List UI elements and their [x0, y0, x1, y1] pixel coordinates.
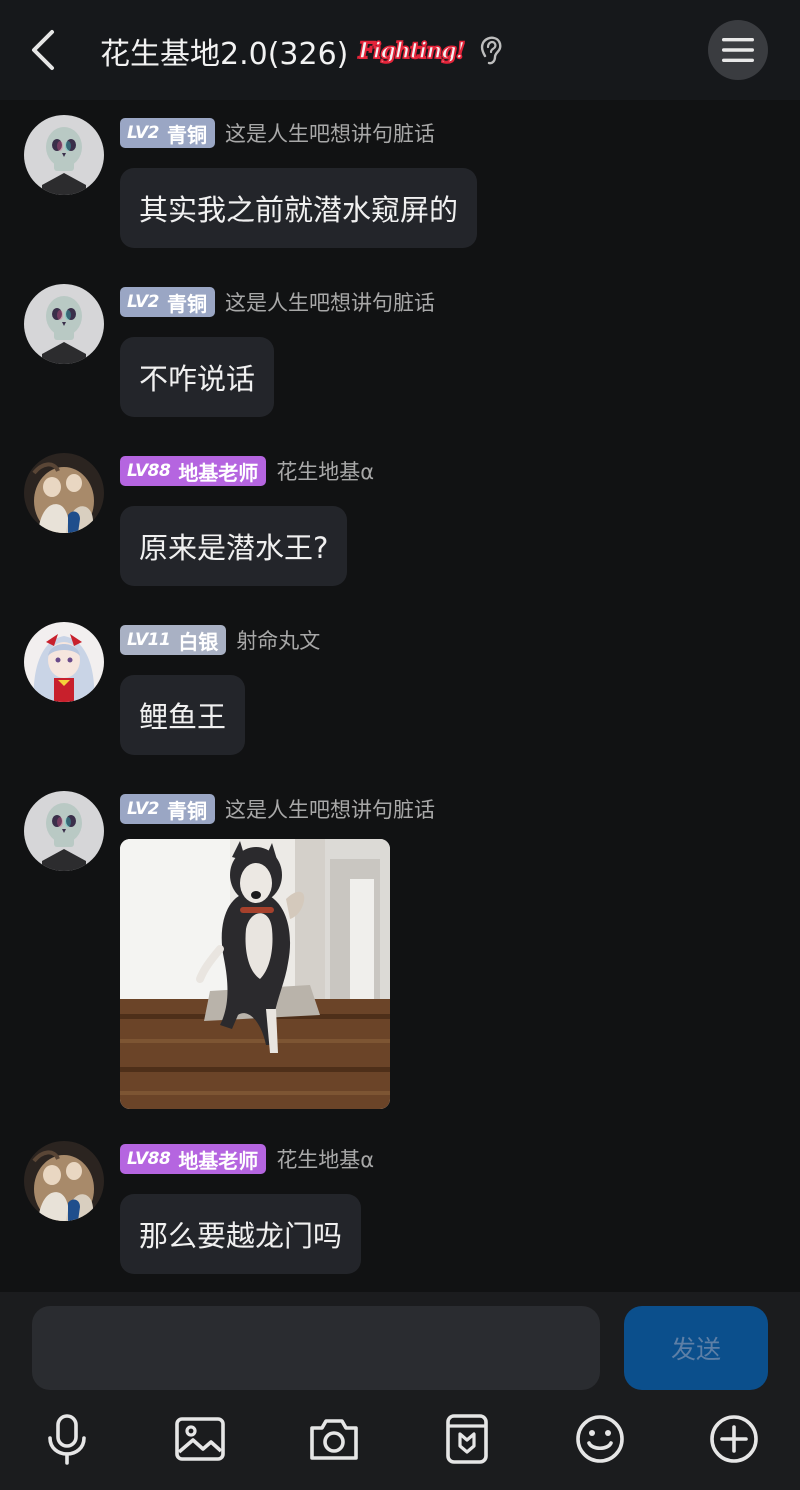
input-bar: 发送	[0, 1292, 800, 1490]
avatar[interactable]	[24, 115, 104, 195]
message-bubble[interactable]: 那么要越龙门吗	[120, 1194, 362, 1274]
message-meta: LV2 青铜 这是人生吧想讲句脏话	[120, 117, 435, 149]
nickname[interactable]: 花生地基α	[276, 456, 374, 486]
camera-icon	[310, 1419, 358, 1460]
badge-title: 白银	[178, 629, 219, 654]
husky-photo	[120, 839, 390, 1109]
level-badge: LV11 白银	[120, 625, 227, 655]
painting-avatar-icon	[24, 1141, 104, 1221]
avatar[interactable]	[24, 622, 104, 702]
camera-button[interactable]	[307, 1412, 361, 1466]
level-badge: LV2 青铜	[120, 287, 215, 317]
chevron-left-icon	[32, 30, 54, 70]
message-bubble[interactable]: 原来是潜水王?	[120, 506, 348, 586]
photo-button[interactable]	[173, 1412, 227, 1466]
fighting-decoration: Fighting!	[358, 37, 466, 65]
badge-level: LV88	[127, 461, 171, 481]
sticker-icon	[446, 1414, 488, 1464]
message-meta: LV2 青铜 这是人生吧想讲句脏话	[120, 286, 435, 318]
level-badge: LV2 青铜	[120, 118, 215, 148]
badge-title: 地基老师	[178, 460, 259, 485]
image-message[interactable]	[120, 839, 390, 1109]
nickname[interactable]: 这是人生吧想讲句脏话	[225, 118, 435, 148]
emoji-icon	[576, 1415, 624, 1463]
title-area[interactable]: 花生基地2.0(326) Fighting!	[100, 26, 504, 76]
skull-avatar-icon	[24, 284, 104, 364]
nickname[interactable]: 这是人生吧想讲句脏话	[225, 794, 435, 824]
skull-avatar-icon	[24, 115, 104, 195]
badge-title: 青铜	[166, 291, 207, 316]
avatar[interactable]	[24, 791, 104, 871]
badge-title: 青铜	[166, 798, 207, 823]
level-badge: LV88 地基老师	[120, 456, 267, 486]
nickname[interactable]: 射命丸文	[236, 625, 320, 655]
more-button[interactable]	[707, 1412, 761, 1466]
badge-level: LV2	[127, 799, 159, 819]
level-badge: LV2 青铜	[120, 794, 215, 824]
group-title: 花生基地2.0(326)	[100, 37, 349, 72]
image-icon	[175, 1417, 225, 1461]
badge-level: LV2	[127, 123, 159, 143]
badge-level: LV11	[127, 630, 171, 650]
message-meta: LV2 青铜 这是人生吧想讲句脏话	[120, 793, 435, 825]
badge-level: LV88	[127, 1149, 171, 1169]
nickname[interactable]: 花生地基α	[276, 1144, 374, 1174]
microphone-icon	[48, 1414, 86, 1465]
anime-girl-avatar-icon	[24, 622, 104, 702]
voice-button[interactable]	[40, 1412, 94, 1466]
emoji-button[interactable]	[573, 1412, 627, 1466]
badge-level: LV2	[127, 292, 159, 312]
avatar[interactable]	[24, 1141, 104, 1221]
message-input[interactable]	[32, 1306, 600, 1390]
menu-icon	[722, 38, 754, 62]
avatar[interactable]	[24, 453, 104, 533]
message-meta: LV88 地基老师 花生地基α	[120, 1143, 374, 1175]
message-bubble[interactable]: 不咋说话	[120, 337, 275, 417]
level-badge: LV88 地基老师	[120, 1144, 267, 1174]
badge-title: 地基老师	[178, 1148, 259, 1173]
painting-avatar-icon	[24, 453, 104, 533]
message-bubble[interactable]: 鲤鱼王	[120, 675, 246, 755]
back-button[interactable]	[26, 28, 62, 72]
plus-icon	[710, 1415, 758, 1463]
message-meta: LV88 地基老师 花生地基α	[120, 455, 374, 487]
message-bubble[interactable]: 其实我之前就潜水窥屏的	[120, 168, 478, 248]
menu-button[interactable]	[708, 20, 768, 80]
top-bar: 花生基地2.0(326) Fighting!	[0, 0, 800, 100]
message-meta: LV11 白银 射命丸文	[120, 624, 320, 656]
ear-icon[interactable]	[478, 36, 504, 66]
nickname[interactable]: 这是人生吧想讲句脏话	[225, 287, 435, 317]
badge-title: 青铜	[166, 122, 207, 147]
sticker-button[interactable]	[440, 1412, 494, 1466]
send-button[interactable]: 发送	[624, 1306, 768, 1390]
avatar[interactable]	[24, 284, 104, 364]
skull-avatar-icon	[24, 791, 104, 871]
